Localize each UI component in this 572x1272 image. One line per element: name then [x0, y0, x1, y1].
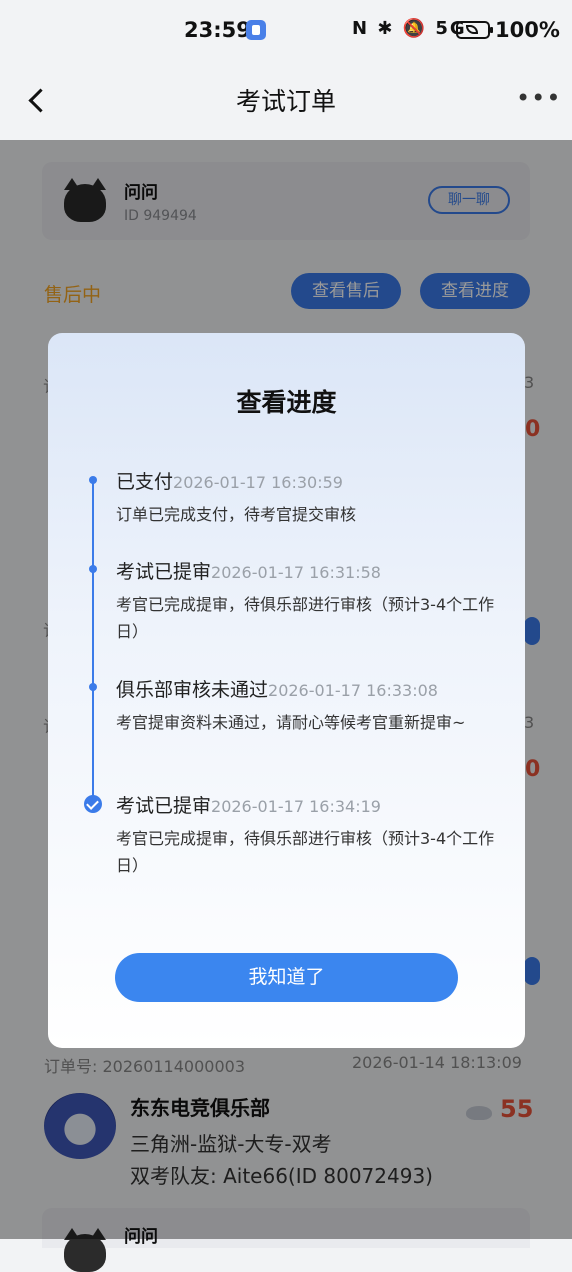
- modal-title: 查看进度: [236, 388, 337, 417]
- step-description: 考官已完成提审，待俱乐部进行审核（预计3-4个工作日）: [116, 595, 495, 641]
- step-title: 考试已提审: [116, 795, 212, 817]
- step-title: 已支付: [116, 471, 174, 493]
- nav-bar: 考试订单 •••: [0, 62, 572, 140]
- app-notification-icon: [246, 20, 266, 40]
- status-bar: 23:59 N ✱ 🔕 5G 100%: [0, 0, 572, 62]
- battery-icon: [456, 21, 493, 39]
- step-time: 2026-01-17 16:31:58: [211, 563, 381, 582]
- leaf-icon: [466, 25, 478, 34]
- step-description: 考官提审资料未通过，请耐心等候考官重新提审~: [116, 713, 466, 732]
- timeline-dot: [89, 565, 97, 573]
- status-icons: N ✱ 🔕 5G: [352, 18, 467, 39]
- timeline-line: [92, 481, 94, 803]
- page-title: 考试订单: [235, 87, 336, 116]
- step-time: 2026-01-17 16:30:59: [173, 473, 343, 492]
- timeline-step: 考试已提审2026-01-17 16:34:19 考官已完成提审，待俱乐部进行审…: [116, 794, 498, 879]
- step-time: 2026-01-17 16:34:19: [211, 797, 381, 816]
- step-title: 考试已提审: [116, 561, 212, 583]
- timeline-step: 已支付2026-01-17 16:30:59 订单已完成支付，待考官提交审核: [116, 470, 498, 528]
- timeline-dot: [89, 476, 97, 484]
- battery-percent: 100%: [495, 18, 560, 42]
- acknowledge-button[interactable]: 我知道了: [115, 953, 458, 1002]
- timeline-step: 俱乐部审核未通过2026-01-17 16:33:08 考官提审资料未通过，请耐…: [116, 678, 498, 736]
- step-time: 2026-01-17 16:33:08: [268, 681, 438, 700]
- timeline-step: 考试已提审2026-01-17 16:31:58 考官已完成提审，待俱乐部进行审…: [116, 560, 498, 645]
- progress-modal: 查看进度 已支付2026-01-17 16:30:59 订单已完成支付，待考官提…: [48, 333, 525, 1048]
- avatar: [64, 1228, 106, 1272]
- step-title: 俱乐部审核未通过: [116, 679, 269, 701]
- step-description: 订单已完成支付，待考官提交审核: [116, 505, 357, 524]
- status-time: 23:59: [184, 18, 251, 42]
- check-circle-icon: [84, 795, 102, 813]
- step-description: 考官已完成提审，待俱乐部进行审核（预计3-4个工作日）: [116, 829, 495, 875]
- more-icon[interactable]: •••: [516, 84, 561, 112]
- timeline-dot: [89, 683, 97, 691]
